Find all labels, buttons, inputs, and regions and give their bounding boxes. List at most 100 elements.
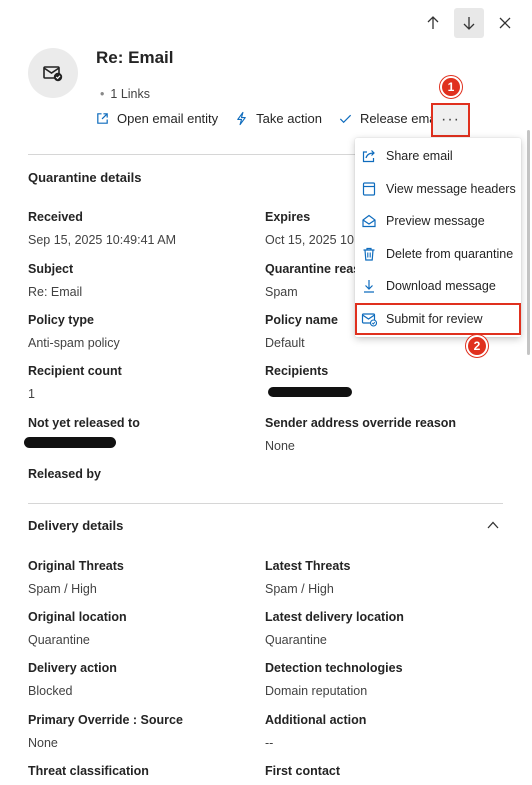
field-value: Domain reputation xyxy=(265,684,368,698)
scrollbar[interactable] xyxy=(527,130,530,355)
release-email-button[interactable]: Release email xyxy=(338,111,442,126)
field-label: Recipients xyxy=(265,364,329,378)
field-value: Blocked xyxy=(28,684,73,698)
field-label: Policy type xyxy=(28,313,94,327)
field-not-yet-released-to: Not yet released to xyxy=(28,416,258,439)
download-icon xyxy=(364,280,374,293)
envelope-open-icon xyxy=(362,215,376,228)
field-label: Sender address override reason xyxy=(265,416,457,430)
arrow-down-icon xyxy=(463,17,475,30)
field-label: Detection technologies xyxy=(265,661,403,675)
field-value: Spam / High xyxy=(28,582,97,596)
open-external-icon xyxy=(97,113,108,124)
menu-item-download-message[interactable]: Download message xyxy=(355,270,521,303)
field-released-by: Released by xyxy=(28,467,258,490)
field-value: -- xyxy=(265,736,274,750)
delivery-details-heading: Delivery details xyxy=(28,518,124,533)
field-label: Latest Threats xyxy=(265,559,351,573)
action-bar: Open email entity Take action Release em… xyxy=(95,111,458,126)
field-latest-delivery-location: Latest delivery location Quarantine xyxy=(265,610,495,647)
field-value: Spam / High xyxy=(265,582,334,596)
more-actions-menu: Share email View message headers Preview… xyxy=(355,138,521,337)
email-avatar xyxy=(28,48,78,98)
field-label: First contact xyxy=(265,764,341,778)
field-detection-technologies: Detection technologies Domain reputation xyxy=(265,661,495,698)
field-original-location: Original location Quarantine xyxy=(28,610,258,647)
trash-icon xyxy=(363,247,375,261)
menu-item-label: View message headers xyxy=(386,181,516,196)
field-primary-override: Primary Override : Source None xyxy=(28,713,258,750)
take-action-label: Take action xyxy=(256,111,322,126)
field-value: None xyxy=(28,736,58,750)
email-quarantine-icon xyxy=(43,66,63,82)
field-label: Recipient count xyxy=(28,364,122,378)
chevron-up-icon[interactable] xyxy=(485,517,501,533)
quarantine-details-heading: Quarantine details xyxy=(28,170,142,185)
field-label: Original location xyxy=(28,610,127,624)
redacted-recipients xyxy=(268,387,352,397)
field-threat-classification: Threat classification xyxy=(28,764,258,785)
field-original-threats: Original Threats Spam / High xyxy=(28,559,258,596)
menu-item-label: Preview message xyxy=(386,214,485,229)
field-label: Latest delivery location xyxy=(265,610,404,624)
links-count[interactable]: • 1 Links xyxy=(100,87,150,101)
take-action-button[interactable]: Take action xyxy=(234,111,322,126)
field-delivery-action: Delivery action Blocked xyxy=(28,661,258,698)
field-value: Anti-spam policy xyxy=(28,336,120,350)
field-label: Delivery action xyxy=(28,661,117,675)
field-value: 1 xyxy=(28,387,35,401)
field-policy-type: Policy type Anti-spam policy xyxy=(28,313,258,350)
redacted-not-yet-released xyxy=(24,437,116,448)
field-value: Sep 15, 2025 10:49:41 AM xyxy=(28,233,177,247)
close-button[interactable] xyxy=(490,8,520,38)
field-value: Default xyxy=(265,336,305,350)
menu-item-preview-message[interactable]: Preview message xyxy=(355,205,521,238)
field-value: Re: Email xyxy=(28,285,83,299)
menu-item-view-message-headers[interactable]: View message headers xyxy=(355,173,521,206)
field-additional-action: Additional action -- xyxy=(265,713,495,750)
next-item-button[interactable] xyxy=(454,8,484,38)
submit-mail-icon xyxy=(361,313,377,327)
menu-item-label: Download message xyxy=(386,279,496,294)
field-label: Primary Override : Source xyxy=(28,713,183,727)
close-icon xyxy=(499,17,511,29)
checkmark-icon xyxy=(339,114,352,124)
bullet: • xyxy=(100,87,105,101)
field-value: Quarantine xyxy=(28,633,90,647)
field-recipient-count: Recipient count 1 xyxy=(28,364,258,401)
field-label: Additional action xyxy=(265,713,367,727)
menu-item-share-email[interactable]: Share email xyxy=(355,140,521,173)
field-label: Threat classification xyxy=(28,764,149,778)
field-sender-override-reason: Sender address override reason None xyxy=(265,416,495,453)
field-subject: Subject Re: Email xyxy=(28,262,258,299)
field-label: Not yet released to xyxy=(28,416,140,430)
open-email-entity-button[interactable]: Open email entity xyxy=(95,111,218,126)
menu-item-label: Delete from quarantine xyxy=(386,246,514,261)
field-latest-threats: Latest Threats Spam / High xyxy=(265,559,495,596)
lightning-icon xyxy=(237,111,246,126)
field-label: Original Threats xyxy=(28,559,124,573)
field-label: Released by xyxy=(28,467,101,481)
release-email-label: Release email xyxy=(359,111,443,126)
field-received: Received Sep 15, 2025 10:49:41 AM xyxy=(28,210,258,247)
more-icon: ··· xyxy=(441,111,460,128)
open-email-entity-label: Open email entity xyxy=(117,111,219,126)
field-value: None xyxy=(265,439,295,453)
field-label: Subject xyxy=(28,262,74,276)
email-title: Re: Email xyxy=(96,48,174,67)
panel-nav xyxy=(418,8,520,38)
divider xyxy=(28,503,503,504)
step-badge-1: 1 xyxy=(440,76,462,98)
links-label: 1 Links xyxy=(110,87,150,101)
field-recipients: Recipients xyxy=(265,364,495,387)
more-actions-button[interactable]: ··· xyxy=(431,103,470,137)
menu-item-submit-for-review[interactable]: Submit for review xyxy=(355,302,521,335)
field-value: Quarantine xyxy=(265,633,327,647)
menu-item-delete-from-quarantine[interactable]: Delete from quarantine xyxy=(355,238,521,271)
field-label: Received xyxy=(28,210,83,224)
menu-item-label: Submit for review xyxy=(386,311,483,326)
headers-icon xyxy=(362,182,376,196)
arrow-up-icon xyxy=(427,16,439,29)
previous-item-button[interactable] xyxy=(418,8,448,38)
field-first-contact: First contact xyxy=(265,764,495,785)
